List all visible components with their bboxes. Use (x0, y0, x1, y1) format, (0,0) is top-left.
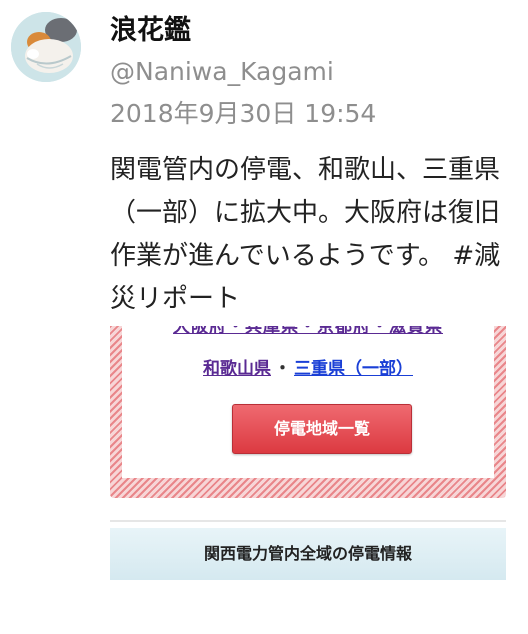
region-link-wakayama[interactable]: 和歌山県 (203, 359, 271, 379)
embed-card-viewport: 大阪府・兵庫県・京都府・滋賀県 和歌山県・三重県（一部） 停電地域一覧 (110, 326, 506, 500)
embed-card-body: 大阪府・兵庫県・京都府・滋賀県 和歌山県・三重県（一部） 停電地域一覧 (122, 326, 494, 478)
embed-card: 大阪府・兵庫県・京都府・滋賀県 和歌山県・三重県（一部） 停電地域一覧 (110, 326, 506, 498)
divider (110, 520, 506, 522)
cat-avatar-icon (11, 12, 81, 82)
tweet-text: 関電管内の停電、和歌山、三重県（一部）に拡大中。大阪府は復旧作業が進んでいるよう… (110, 155, 501, 314)
region-separator: ・ (274, 359, 291, 379)
region-links: 和歌山県・三重県（一部） (122, 356, 494, 382)
user-handle[interactable]: @Naniwa_Kagami (110, 56, 334, 88)
tweet-timestamp[interactable]: 2018年9月30日 19:54 (110, 98, 376, 130)
outage-area-list-button[interactable]: 停電地域一覧 (232, 404, 412, 454)
kansai-outage-info-link[interactable]: 関西電力管内全域の停電情報 (110, 528, 506, 580)
avatar[interactable] (11, 12, 81, 82)
region-link-mie[interactable]: 三重県（一部） (294, 359, 413, 379)
region-links-cutoff[interactable]: 大阪府・兵庫県・京都府・滋賀県 (122, 326, 494, 337)
display-name[interactable]: 浪花鑑 (110, 13, 191, 49)
